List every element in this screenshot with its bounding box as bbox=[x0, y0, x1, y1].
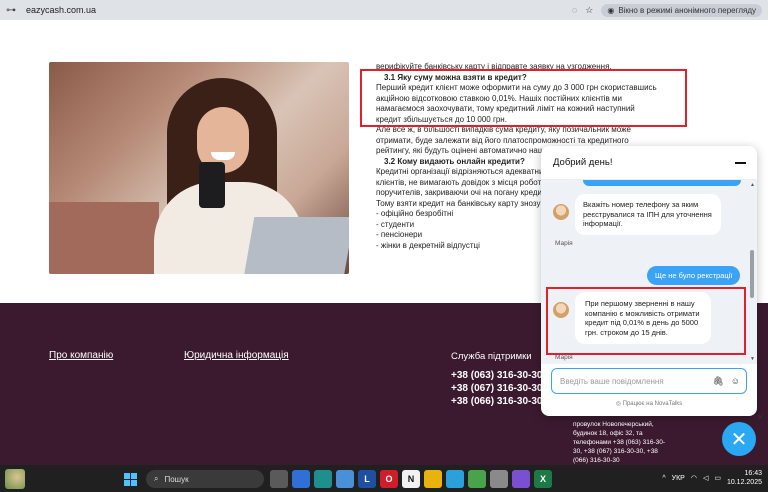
operator-avatar bbox=[553, 204, 569, 220]
close-icon: ✕ bbox=[730, 428, 748, 451]
taskbar-search[interactable]: ⌕ Пошук bbox=[146, 470, 264, 488]
bookmark-star-icon[interactable]: ☆ bbox=[585, 5, 593, 16]
start-icon[interactable] bbox=[124, 473, 137, 486]
url-text[interactable]: eazycash.com.ua bbox=[26, 5, 96, 15]
support-title: Служба підтримки bbox=[451, 351, 532, 362]
chat-widget: Добрий день! Вкажіть номер телефону за я… bbox=[541, 146, 757, 416]
eye-off-icon[interactable]: ◌ bbox=[572, 5, 577, 15]
address-controls: ⊶ eazycash.com.ua bbox=[0, 5, 96, 16]
hero-image bbox=[49, 62, 349, 274]
battery-icon[interactable]: ▭ bbox=[714, 474, 721, 482]
wifi-icon[interactable]: ◠ bbox=[691, 474, 697, 482]
phone-3[interactable]: +38 (066) 316-30-30 bbox=[451, 395, 542, 408]
highlight-box-article bbox=[360, 69, 687, 127]
opera-icon[interactable]: O bbox=[380, 470, 398, 488]
app-green-icon[interactable] bbox=[468, 470, 486, 488]
close-chat-icon[interactable]: ✕ bbox=[757, 413, 764, 422]
about-link[interactable]: Про компанію bbox=[49, 350, 113, 361]
phone-1[interactable]: +38 (063) 316-30-30 bbox=[451, 369, 542, 382]
chrome-icon[interactable] bbox=[424, 470, 442, 488]
minimize-icon[interactable] bbox=[735, 161, 746, 164]
previous-outgoing-bubble bbox=[583, 180, 741, 186]
article-line: отримати, буде залежати від його платосп… bbox=[376, 135, 629, 145]
app-gray-icon[interactable] bbox=[490, 470, 508, 488]
volume-icon[interactable]: ◁ bbox=[703, 474, 708, 482]
address-line: телефонами +38 (063) 316-30- bbox=[573, 439, 665, 446]
phone-shape bbox=[199, 162, 225, 208]
footer-address: провулок Новопечерський, будинок 18, офі… bbox=[573, 420, 683, 465]
chat-toggle-button[interactable]: ✕ bbox=[722, 422, 756, 456]
language-indicator[interactable]: УКР bbox=[672, 475, 685, 482]
tray-chevron-icon[interactable]: ^ bbox=[662, 475, 665, 482]
taskbar-apps: LON X bbox=[270, 470, 552, 488]
scroll-up-arrow-icon[interactable]: ▲ bbox=[750, 182, 755, 188]
address-line: будинок 18, офіс 32, та bbox=[573, 430, 643, 437]
chat-input-placeholder: Введіть ваше повідомлення bbox=[560, 376, 664, 386]
incognito-badge[interactable]: ◉ Вікно в режимі анонімного перегляду bbox=[601, 3, 762, 17]
powered-by: ◎ Працює на NovaTalks bbox=[541, 400, 757, 407]
search-icon: ⌕ bbox=[154, 474, 159, 483]
system-tray: ^ УКР ◠ ◁ ▭ 16:43 10.12.2025 bbox=[662, 469, 762, 487]
clock-time: 16:43 bbox=[744, 470, 762, 477]
sender-name: Марія bbox=[555, 354, 573, 361]
clock-date: 10.12.2025 bbox=[726, 479, 762, 486]
chat-message-incoming: Вкажіть номер телефону за яким реєструва… bbox=[553, 194, 721, 235]
powered-by-text: Працює на NovaTalks bbox=[622, 401, 683, 407]
files-icon[interactable] bbox=[336, 470, 354, 488]
clock[interactable]: 16:43 10.12.2025 bbox=[727, 469, 762, 487]
legal-link[interactable]: Юридична інформація bbox=[184, 350, 289, 361]
browser-actions: ◌ ☆ ◉ Вікно в режимі анонімного перегляд… bbox=[572, 3, 768, 17]
excel-icon[interactable]: X bbox=[534, 470, 552, 488]
incognito-label: Вікно в режимі анонімного перегляду bbox=[618, 5, 756, 15]
address-line: (066) 316-30-30 bbox=[573, 457, 620, 464]
store-icon[interactable] bbox=[292, 470, 310, 488]
support-phones: +38 (063) 316-30-30 +38 (067) 316-30-30 … bbox=[451, 369, 542, 408]
chat-scrollbar[interactable] bbox=[750, 250, 754, 298]
site-info-icon[interactable]: ⊶ bbox=[6, 5, 16, 16]
phone-2[interactable]: +38 (067) 316-30-30 bbox=[451, 382, 542, 395]
chat-message-input[interactable]: Введіть ваше повідомлення 🖇 ☺ bbox=[551, 368, 747, 394]
novatalks-icon: ◎ bbox=[615, 401, 621, 407]
l-app-icon[interactable]: L bbox=[358, 470, 376, 488]
notion-icon[interactable]: N bbox=[402, 470, 420, 488]
highlight-box-chat bbox=[546, 287, 746, 355]
scroll-down-arrow-icon[interactable]: ▼ bbox=[750, 356, 755, 362]
telegram-icon[interactable] bbox=[446, 470, 464, 488]
file-explorer-icon[interactable] bbox=[270, 470, 288, 488]
chat-header: Добрий день! bbox=[541, 146, 757, 180]
emoji-icon[interactable]: ☺ bbox=[731, 376, 740, 386]
incognito-icon: ◉ bbox=[607, 5, 615, 15]
attach-icon[interactable]: 🖇 bbox=[712, 376, 723, 387]
chat-title: Добрий день! bbox=[553, 157, 613, 168]
edge-icon[interactable] bbox=[314, 470, 332, 488]
browser-address-bar: ⊶ eazycash.com.ua ◌ ☆ ◉ Вікно в режимі а… bbox=[0, 0, 768, 20]
sofa-shape bbox=[49, 202, 159, 274]
search-label: Пошук bbox=[164, 474, 189, 484]
address-line: провулок Новопечерський, bbox=[573, 421, 654, 428]
address-line: 30, +38 (067) 316-30-30, +38 bbox=[573, 448, 658, 455]
viber-icon[interactable] bbox=[512, 470, 530, 488]
widgets-icon[interactable] bbox=[5, 469, 25, 489]
windows-taskbar: ⌕ Пошук LON X ^ УКР ◠ ◁ ▭ 16:43 10.12.202… bbox=[0, 465, 768, 492]
sender-name: Марія bbox=[555, 240, 573, 247]
message-bubble: Вкажіть номер телефону за яким реєструва… bbox=[575, 194, 721, 235]
outgoing-bubble: Ще не було рекстрації bbox=[647, 266, 741, 285]
laptop-shape bbox=[243, 217, 349, 274]
